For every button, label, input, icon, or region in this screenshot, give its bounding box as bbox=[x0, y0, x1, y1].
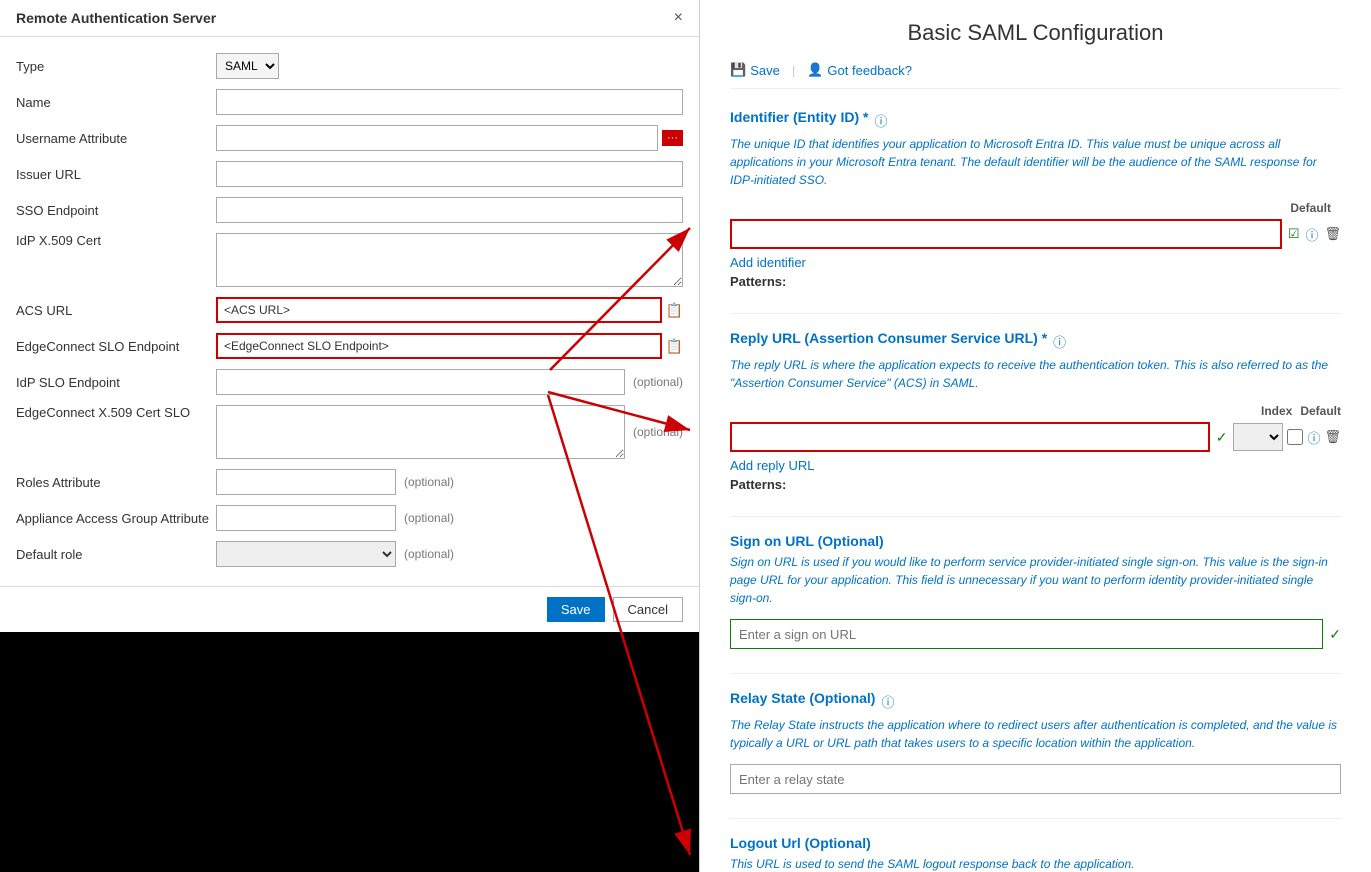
roles-attr-input[interactable] bbox=[216, 469, 396, 495]
reply-url-check-icon: ✓ bbox=[1216, 429, 1228, 446]
toolbar-separator: | bbox=[792, 63, 795, 78]
identifier-description: The unique ID that identifies your appli… bbox=[730, 135, 1341, 189]
app-access-label: Appliance Access Group Attribute bbox=[16, 511, 216, 526]
logout-url-section: Logout Url (Optional) This URL is used t… bbox=[730, 835, 1341, 872]
type-label: Type bbox=[16, 59, 216, 74]
relay-state-description: The Relay State instructs the applicatio… bbox=[730, 716, 1341, 752]
relay-state-section: Relay State (Optional) ⓘ The Relay State… bbox=[730, 690, 1341, 794]
issuer-url-label: Issuer URL bbox=[16, 167, 216, 182]
reply-url-patterns-label: Patterns: bbox=[730, 477, 1341, 492]
sign-on-field-row: ✓ bbox=[730, 619, 1341, 649]
right-panel: Basic SAML Configuration 💾 Save | 👤 Got … bbox=[700, 0, 1371, 872]
identifier-field-row: ☑ ⓘ 🗑 bbox=[730, 219, 1341, 249]
name-input[interactable] bbox=[216, 89, 683, 115]
username-attr-label: Username Attribute bbox=[16, 131, 216, 146]
edgeconnect-slo-input[interactable] bbox=[216, 333, 662, 359]
type-select[interactable]: SAML bbox=[216, 53, 279, 79]
default-role-label: Default role bbox=[16, 547, 216, 562]
identifier-row-info-icon[interactable]: ⓘ bbox=[1305, 225, 1318, 244]
relay-state-field-row bbox=[730, 764, 1341, 794]
sso-endpoint-label: SSO Endpoint bbox=[16, 203, 216, 218]
toolbar: 💾 Save | 👤 Got feedback? bbox=[730, 62, 1341, 89]
identifier-info-icon[interactable]: ⓘ bbox=[874, 111, 887, 130]
roles-attr-label: Roles Attribute bbox=[16, 475, 216, 490]
acs-url-label: ACS URL bbox=[16, 303, 216, 318]
sign-on-section-title: Sign on URL (Optional) bbox=[730, 533, 884, 549]
sign-on-url-section: Sign on URL (Optional) Sign on URL is us… bbox=[730, 533, 1341, 649]
username-attr-ellipsis-btn[interactable]: ··· bbox=[662, 130, 683, 146]
cancel-button[interactable]: Cancel bbox=[613, 597, 683, 622]
idp-cert-label: IdP X.509 Cert bbox=[16, 233, 216, 248]
idp-slo-label: IdP SLO Endpoint bbox=[16, 375, 216, 390]
edgeconnect-x509-optional: (optional) bbox=[633, 425, 683, 439]
add-identifier-link[interactable]: Add identifier bbox=[730, 255, 806, 270]
acs-copy-icon[interactable]: 📋 bbox=[666, 302, 683, 319]
reply-url-row-info-icon[interactable]: ⓘ bbox=[1307, 428, 1320, 447]
acs-url-input[interactable] bbox=[216, 297, 662, 323]
edgeconnect-x509-textarea[interactable] bbox=[216, 405, 625, 459]
default-header: Default bbox=[1300, 404, 1341, 418]
reply-url-delete-icon[interactable]: 🗑 bbox=[1324, 429, 1341, 445]
relay-state-section-title: Relay State (Optional) bbox=[730, 690, 875, 706]
sso-endpoint-input[interactable] bbox=[216, 197, 683, 223]
page-title: Basic SAML Configuration bbox=[730, 20, 1341, 46]
save-toolbar-label: Save bbox=[750, 63, 780, 78]
identifier-delete-icon[interactable]: 🗑 bbox=[1324, 226, 1341, 242]
edgeconnect-x509-label: EdgeConnect X.509 Cert SLO bbox=[16, 405, 216, 420]
reply-url-index-select[interactable] bbox=[1233, 423, 1283, 451]
reply-url-info-icon[interactable]: ⓘ bbox=[1053, 332, 1066, 351]
identifier-section: Identifier (Entity ID) * ⓘ The unique ID… bbox=[730, 109, 1341, 289]
reply-url-section: Reply URL (Assertion Consumer Service UR… bbox=[730, 330, 1341, 492]
roles-attr-optional: (optional) bbox=[404, 475, 454, 489]
logout-url-section-title: Logout Url (Optional) bbox=[730, 835, 871, 851]
feedback-label: Got feedback? bbox=[827, 63, 912, 78]
identifier-patterns-label: Patterns: bbox=[730, 274, 1341, 289]
reply-url-input[interactable] bbox=[730, 422, 1210, 452]
save-disk-icon: 💾 bbox=[730, 62, 746, 78]
issuer-url-input[interactable] bbox=[216, 161, 683, 187]
sign-on-url-input[interactable] bbox=[730, 619, 1323, 649]
reply-url-default-checkbox[interactable] bbox=[1287, 429, 1303, 445]
relay-state-input[interactable] bbox=[730, 764, 1341, 794]
username-attr-input[interactable] bbox=[216, 125, 658, 151]
edgeconnect-slo-label: EdgeConnect SLO Endpoint bbox=[16, 339, 216, 354]
panel-title: Remote Authentication Server bbox=[16, 10, 216, 26]
index-header: Index bbox=[1261, 404, 1292, 418]
identifier-input[interactable] bbox=[730, 219, 1282, 249]
app-access-input[interactable] bbox=[216, 505, 396, 531]
app-access-optional: (optional) bbox=[404, 511, 454, 525]
reply-url-description: The reply URL is where the application e… bbox=[730, 356, 1341, 392]
relay-state-info-icon[interactable]: ⓘ bbox=[881, 692, 894, 711]
sign-on-check-icon: ✓ bbox=[1329, 626, 1341, 643]
logout-url-description: This URL is used to send the SAML logout… bbox=[730, 855, 1341, 872]
identifier-section-title: Identifier (Entity ID) * bbox=[730, 109, 868, 125]
idp-slo-optional: (optional) bbox=[633, 375, 683, 389]
add-reply-url-link[interactable]: Add reply URL bbox=[730, 458, 815, 473]
close-button[interactable]: × bbox=[674, 10, 683, 26]
sign-on-description: Sign on URL is used if you would like to… bbox=[730, 553, 1341, 607]
idp-slo-input[interactable] bbox=[216, 369, 625, 395]
default-role-select[interactable] bbox=[216, 541, 396, 567]
black-background bbox=[0, 632, 699, 872]
save-button[interactable]: Save bbox=[547, 597, 605, 622]
edgeconnect-slo-copy-icon[interactable]: 📋 bbox=[666, 338, 683, 355]
feedback-button[interactable]: 👤 Got feedback? bbox=[807, 62, 912, 78]
identifier-default-checkbox[interactable]: ☑ bbox=[1288, 226, 1300, 242]
identifier-default-header: Default bbox=[1290, 201, 1331, 215]
reply-url-field-row: ✓ ⓘ 🗑 bbox=[730, 422, 1341, 452]
default-role-optional: (optional) bbox=[404, 547, 454, 561]
save-toolbar-button[interactable]: 💾 Save bbox=[730, 62, 780, 78]
reply-url-section-title: Reply URL (Assertion Consumer Service UR… bbox=[730, 330, 1047, 346]
feedback-icon: 👤 bbox=[807, 62, 823, 78]
name-label: Name bbox=[16, 95, 216, 110]
idp-cert-textarea[interactable] bbox=[216, 233, 683, 287]
